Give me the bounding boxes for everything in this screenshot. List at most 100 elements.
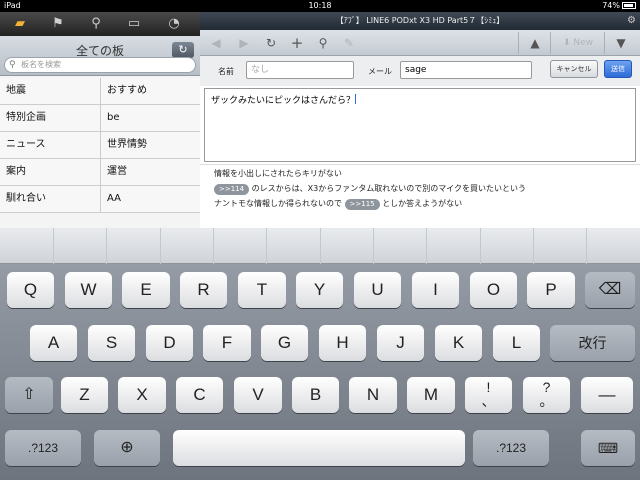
battery-icon <box>622 2 636 9</box>
name-field[interactable]: なし <box>246 61 354 79</box>
board-item[interactable]: 馴れ合い <box>0 186 100 213</box>
key-h[interactable]: H <box>319 325 366 361</box>
forward-arrow-icon[interactable]: ▶ <box>236 34 252 52</box>
key-r[interactable]: R <box>180 272 227 308</box>
book-icon[interactable]: ▭ <box>124 15 144 33</box>
board-item[interactable]: AA <box>100 186 200 213</box>
message-text: ザックみたいにピックはさんだら？ <box>211 96 356 106</box>
key-m[interactable]: M <box>407 377 455 413</box>
board-item[interactable]: おすすめ <box>100 78 200 105</box>
battery-indicator: 74% <box>602 1 636 10</box>
thread-content[interactable]: 情報を小出しにされたらキリがない >>114 のレスからは、X3からファンタム取… <box>200 164 640 228</box>
candidate-divider <box>106 228 107 264</box>
mail-field[interactable]: sage <box>400 61 532 79</box>
board-item[interactable]: 特別企画 <box>0 105 100 132</box>
hide-keyboard-key[interactable]: ⌨ <box>581 430 635 466</box>
key-b[interactable]: B <box>292 377 339 413</box>
new-button[interactable]: ⬇ New <box>556 34 600 52</box>
thread-pane: 【ｱﾌﾞ】 LINE6 PODxt X3 HD Part5７【ｼﾐｭ】 ⚙ ◀ … <box>200 12 640 228</box>
board-item[interactable]: 案内 <box>0 159 100 186</box>
key-q[interactable]: Q <box>7 272 54 308</box>
folder-icon[interactable]: ▰ <box>10 15 30 33</box>
board-item[interactable]: ニュース <box>0 132 100 159</box>
key-c[interactable]: C <box>176 377 223 413</box>
candidate-divider <box>320 228 321 264</box>
key-p[interactable]: P <box>527 272 575 308</box>
key-n[interactable]: N <box>349 377 397 413</box>
key-x[interactable]: X <box>118 377 166 413</box>
key-w[interactable]: W <box>65 272 112 308</box>
send-button[interactable]: 送信 <box>604 60 632 78</box>
key-e[interactable]: E <box>122 272 170 308</box>
key-question[interactable]: ? 。 <box>523 377 570 413</box>
key-a[interactable]: A <box>30 325 77 361</box>
board-item[interactable]: 地震 <box>0 78 100 105</box>
key-s[interactable]: S <box>88 325 135 361</box>
back-arrow-icon[interactable]: ◀ <box>208 34 224 52</box>
text-cursor <box>355 94 357 104</box>
space-key[interactable] <box>173 430 465 466</box>
scroll-down-icon[interactable]: ▼ <box>612 34 630 52</box>
key-z[interactable]: Z <box>61 377 108 413</box>
board-item[interactable]: 運営 <box>100 159 200 186</box>
return-key[interactable]: 改行 <box>550 325 635 361</box>
cancel-button[interactable]: キャンセル <box>550 60 598 78</box>
globe-key[interactable]: ⊕ <box>94 430 160 466</box>
key-v[interactable]: V <box>234 377 282 413</box>
key-j[interactable]: J <box>377 325 424 361</box>
thread-text: のレスからは、X3からファンタム取れないので別のマイクを買いたいという <box>251 184 527 193</box>
candidate-divider <box>53 228 54 264</box>
key-i[interactable]: I <box>412 272 459 308</box>
keyboard-hide-icon: ⌨ <box>597 440 619 456</box>
search-placeholder: 板名を検索 <box>21 60 61 69</box>
scroll-up-icon[interactable]: ▲ <box>526 34 544 52</box>
candidate-divider <box>480 228 481 264</box>
key-l[interactable]: L <box>493 325 540 361</box>
key-g[interactable]: G <box>261 325 308 361</box>
shift-key[interactable]: ⇧ <box>5 377 53 413</box>
key-exclamation[interactable]: ! 、 <box>465 377 512 413</box>
plus-icon[interactable]: + <box>288 34 306 52</box>
status-bar: iPad 10:18 74% <box>0 0 640 12</box>
key-k[interactable]: K <box>435 325 482 361</box>
thread-text: としか答えようがない <box>382 199 463 208</box>
toolbar-divider <box>604 32 605 54</box>
bookmark-icon[interactable]: ⚑ <box>48 15 68 33</box>
board-search-input[interactable]: ⚲ 板名を検索 <box>4 57 196 73</box>
gear-icon[interactable]: ⚙ <box>627 12 636 30</box>
key-o[interactable]: O <box>470 272 517 308</box>
reply-anchor-link[interactable]: >>115 <box>344 199 380 210</box>
key-d[interactable]: D <box>146 325 193 361</box>
onscreen-keyboard: Q W E R T Y U I O P ⌫ A S D F G H J K L … <box>0 228 640 480</box>
reply-anchor-link[interactable]: >>114 <box>214 184 250 195</box>
reload-icon[interactable]: ↻ <box>262 34 280 52</box>
board-item[interactable]: be <box>100 105 200 132</box>
search-icon[interactable]: ⚲ <box>314 34 332 52</box>
toolbar-divider <box>518 32 519 54</box>
candidate-divider <box>586 228 587 264</box>
key-t[interactable]: T <box>238 272 286 308</box>
pencil-icon[interactable]: ✎ <box>340 34 358 52</box>
shift-icon: ⇧ <box>22 386 36 403</box>
key-f[interactable]: F <box>203 325 251 361</box>
numbers-key-right[interactable]: .?123 <box>473 430 549 466</box>
refresh-button[interactable]: ↻ <box>172 42 194 58</box>
candidate-divider <box>426 228 427 264</box>
board-item[interactable]: 世界情勢 <box>100 132 200 159</box>
backspace-key[interactable]: ⌫ <box>585 272 635 308</box>
candidate-divider <box>373 228 374 264</box>
thread-text: ナントモな情報しか得られないので <box>214 199 342 208</box>
candidate-divider <box>160 228 161 264</box>
numbers-key[interactable]: .?123 <box>5 430 81 466</box>
toolbar-divider <box>550 32 551 54</box>
key-u[interactable]: U <box>354 272 401 308</box>
thread-title: 【ｱﾌﾞ】 LINE6 PODxt X3 HD Part5７【ｼﾐｭ】 <box>335 16 505 25</box>
message-textarea[interactable]: ザックみたいにピックはさんだら？ <box>204 88 636 162</box>
key-dash[interactable]: — <box>581 377 633 413</box>
clock-icon[interactable]: ◔ <box>164 15 184 33</box>
key-y[interactable]: Y <box>296 272 343 308</box>
candidate-divider <box>213 228 214 264</box>
left-toolbar: ▰ ⚑ ⚲ ▭ ◔ <box>0 12 200 36</box>
candidate-bar[interactable] <box>0 228 640 264</box>
search-icon[interactable]: ⚲ <box>86 15 106 33</box>
